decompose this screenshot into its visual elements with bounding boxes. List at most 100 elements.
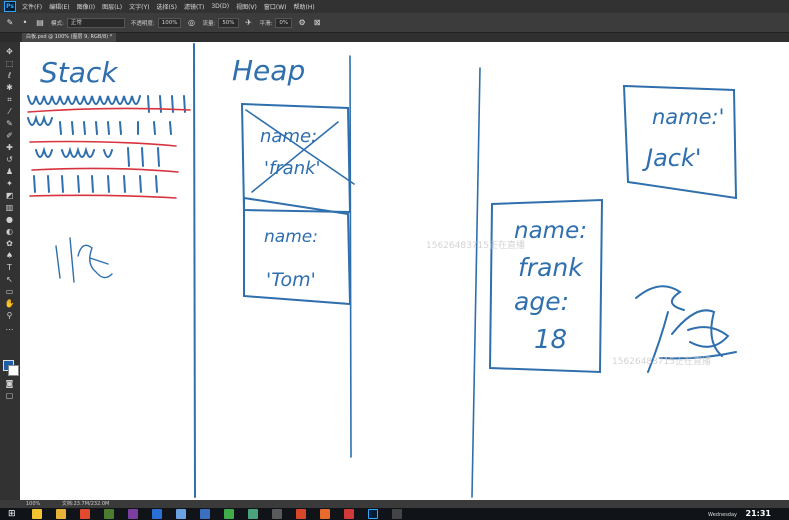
- app-icon-7[interactable]: [176, 509, 186, 519]
- signature-left: [55, 237, 113, 283]
- search-app-icon[interactable]: [32, 509, 42, 519]
- app-icon-5[interactable]: [128, 509, 138, 519]
- calculator-icon[interactable]: [272, 509, 282, 519]
- tools-panel: ✥ ⬚ ℓ ✱ ⌗ ⁄ ✎ ✐ ✚ ↺ ♟ ✦ ◩ ▥ ● ◐ ✿ ♠ T ↖ …: [0, 42, 20, 500]
- menu-window[interactable]: 窗口(W): [264, 2, 287, 11]
- watermark-center: 15626483715正在直播: [426, 241, 525, 251]
- app-icon-16[interactable]: [392, 509, 402, 519]
- mode-label: 模式:: [51, 20, 64, 27]
- mode-control: 模式: 正常: [51, 17, 125, 28]
- type-tool-icon[interactable]: T: [3, 262, 16, 273]
- mode-select[interactable]: 正常: [66, 17, 125, 28]
- art-history-icon[interactable]: ✦: [3, 178, 16, 189]
- brush-panel-icon[interactable]: ▤: [35, 18, 45, 28]
- divider-line-2: [349, 55, 352, 458]
- menu-edit[interactable]: 编辑(E): [49, 2, 69, 11]
- eyedropper-icon[interactable]: ⁄: [3, 106, 16, 117]
- gear-icon[interactable]: ⚙: [297, 18, 307, 28]
- zoom-level[interactable]: 100%: [26, 501, 40, 507]
- app-icon-6[interactable]: [152, 509, 162, 519]
- more-tools-icon[interactable]: …: [3, 322, 16, 333]
- red-line-2: [29, 140, 177, 147]
- healing-icon[interactable]: ✚: [3, 142, 16, 153]
- document-tab[interactable]: 白板.psd @ 100% (图层 9, RGB/8) *: [22, 33, 117, 42]
- smoothing-label: 平滑:: [259, 20, 273, 27]
- blur-icon[interactable]: ●: [3, 214, 16, 225]
- menu-3d[interactable]: 3D(D): [211, 3, 229, 10]
- brush-size-icon[interactable]: •: [20, 18, 30, 28]
- drawing-layer: Stack Heap name: 'frank' name: 'Tom' nam…: [27, 43, 738, 498]
- app-icon-8[interactable]: [200, 509, 210, 519]
- opacity-label: 不透明度:: [130, 20, 155, 27]
- app-icon-10[interactable]: [248, 509, 258, 519]
- menu-select[interactable]: 选择(S): [156, 2, 177, 11]
- menu-layer[interactable]: 图层(L): [102, 2, 122, 11]
- menu-image[interactable]: 图像(I): [77, 2, 95, 11]
- document-tab-bar: 白板.psd @ 100% (图层 9, RGB/8) *: [20, 33, 789, 42]
- document-size: 文档:23.7M/232.0M: [61, 501, 110, 507]
- lasso-tool-icon[interactable]: ℓ: [3, 70, 16, 81]
- crossed-name-label: name:: [260, 126, 317, 147]
- airbrush-icon[interactable]: ✈: [244, 18, 254, 28]
- menu-file[interactable]: 文件(F): [22, 2, 42, 11]
- screen-mode-icon[interactable]: ▢: [3, 390, 16, 401]
- file-explorer-icon[interactable]: [56, 509, 66, 519]
- stack-row-3: [35, 146, 160, 167]
- photoshop-taskbar-icon[interactable]: [368, 509, 378, 519]
- app-icon-14[interactable]: [344, 509, 354, 519]
- sponge-icon[interactable]: ✿: [3, 238, 16, 249]
- dodge-icon[interactable]: ◐: [3, 226, 16, 237]
- pen-icon[interactable]: ♠: [3, 250, 16, 261]
- symmetry-icon[interactable]: ⊠: [312, 18, 322, 28]
- object-age-label: age:: [514, 287, 569, 316]
- divider-line-3: [471, 67, 481, 498]
- opacity-control: 不透明度: 100%: [130, 17, 182, 28]
- hand-tool-icon[interactable]: ✋: [3, 298, 16, 309]
- move-tool-icon[interactable]: ✥: [3, 46, 16, 57]
- flow-input[interactable]: 50%: [218, 17, 239, 28]
- pencil-icon[interactable]: ✐: [3, 130, 16, 141]
- shape-icon[interactable]: ▭: [3, 286, 16, 297]
- menu-type[interactable]: 文字(Y): [129, 2, 149, 11]
- clone-stamp-icon[interactable]: ♟: [3, 166, 16, 177]
- pressure-opacity-icon[interactable]: ◎: [186, 18, 196, 28]
- eraser-icon[interactable]: ◩: [3, 190, 16, 201]
- brush-tool-icon[interactable]: ✎: [5, 18, 15, 28]
- menu-filter[interactable]: 滤镜(T): [184, 2, 204, 11]
- app-icon-13[interactable]: [320, 509, 330, 519]
- menu-help[interactable]: 帮助(H): [294, 2, 315, 11]
- opacity-input[interactable]: 100%: [157, 17, 182, 28]
- tom-name-label: name:: [264, 227, 318, 247]
- quick-mask-icon[interactable]: ◙: [3, 378, 16, 389]
- flow-control: 流量: 50%: [202, 17, 239, 28]
- brush-icon[interactable]: ✎: [3, 118, 16, 129]
- smoothing-input[interactable]: 0%: [275, 17, 293, 28]
- options-bar: ✎ • ▤ 模式: 正常 不透明度: 100% ◎ 流量: 50% ✈ 平滑: …: [0, 13, 789, 33]
- whiteboard-canvas[interactable]: Stack Heap name: 'frank' name: 'Tom' nam…: [20, 42, 789, 500]
- history-brush-icon[interactable]: ↺: [3, 154, 16, 165]
- path-select-icon[interactable]: ↖: [3, 274, 16, 285]
- windows-taskbar: ⊞ Wednesday 21:31: [0, 508, 789, 520]
- app-icon-4[interactable]: [104, 509, 114, 519]
- app-icon-9[interactable]: [224, 509, 234, 519]
- status-bar: 100% 文档:23.7M/232.0M: [0, 500, 789, 508]
- start-icon[interactable]: ⊞: [8, 509, 18, 519]
- stack-title: Stack: [40, 56, 119, 89]
- red-line-1: [27, 107, 191, 113]
- zoom-tool-icon[interactable]: ⚲: [3, 310, 16, 321]
- crop-tool-icon[interactable]: ⌗: [3, 94, 16, 105]
- jack-value: Jack': [642, 144, 701, 172]
- marquee-tool-icon[interactable]: ⬚: [3, 58, 16, 69]
- gradient-icon[interactable]: ▥: [3, 202, 16, 213]
- menu-view[interactable]: 视图(V): [236, 2, 257, 11]
- taskbar-clock[interactable]: 21:31: [746, 509, 771, 519]
- chrome-icon[interactable]: [80, 509, 90, 519]
- magic-wand-icon[interactable]: ✱: [3, 82, 16, 93]
- divider-line-1: [193, 43, 196, 498]
- jack-name-label: name:': [652, 105, 724, 129]
- flow-label: 流量:: [202, 20, 216, 27]
- background-color-swatch[interactable]: [8, 365, 19, 376]
- object-age-value: 18: [534, 325, 567, 355]
- stack-row-2: [27, 114, 172, 135]
- app-icon-12[interactable]: [296, 509, 306, 519]
